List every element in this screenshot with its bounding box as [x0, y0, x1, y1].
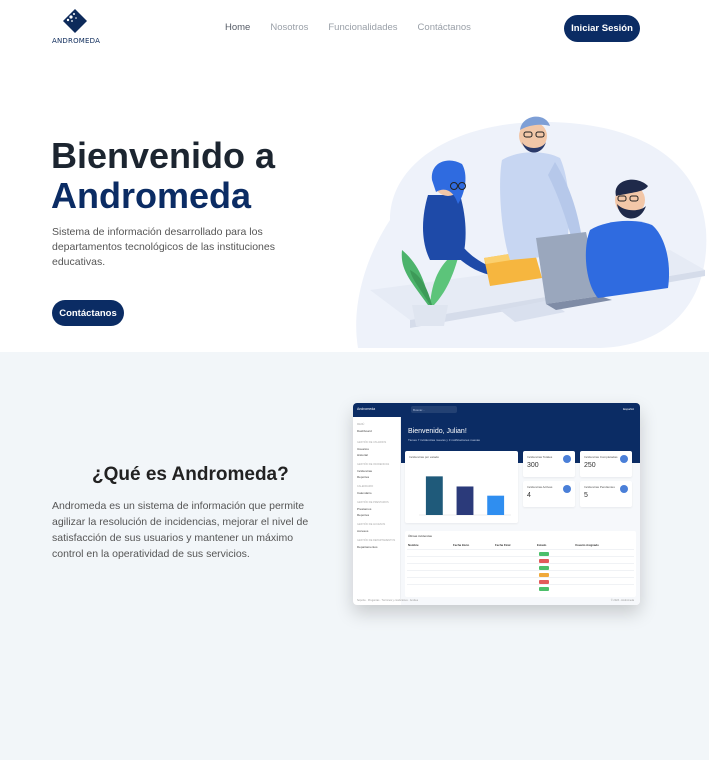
side-sec2: GESTIÓN DE INCIDENCIAS	[357, 463, 390, 466]
stat-label-2: Incidencias Completadas	[584, 455, 618, 459]
about-section: ¿Qué es Andromeda? Andromeda es un siste…	[0, 352, 709, 760]
dashboard-lang: Español	[623, 407, 634, 411]
hero-title-line2: Andromeda	[51, 175, 252, 216]
side-accesos: Accesos	[357, 529, 369, 533]
stat-icon-4	[620, 485, 628, 493]
stat-icon-2	[620, 455, 628, 463]
th-fecha-inicio: Fecha Inicio	[453, 543, 470, 547]
stat-value-1: 300	[527, 462, 539, 469]
table-row	[407, 577, 634, 584]
table-title: Últimas incidencias	[408, 534, 432, 538]
about-title: ¿Qué es Andromeda?	[92, 464, 289, 485]
main-nav: Home Nosotros Funcionalidades Contáctano…	[225, 22, 491, 33]
side-sec5: GESTIÓN DE ACCESOS	[357, 523, 386, 526]
dashboard-greeting: Bienvenido, Julian!	[408, 428, 467, 435]
side-departamentos: Departamentos	[357, 545, 378, 549]
th-usuario: Usuario Asignado	[575, 543, 599, 547]
side-calendario: Calendario	[357, 491, 372, 495]
hero-title: Bienvenido a Andromeda	[51, 136, 351, 216]
dashboard-subgreeting: Tienes 7 incidencias nuevas y 3 notifica…	[408, 438, 480, 442]
stat-card-3: Incidencias Activas 4	[523, 481, 575, 507]
side-dashboard: Dashboard	[357, 429, 372, 433]
th-nombre: Nombre	[408, 543, 419, 547]
table-row	[407, 563, 634, 570]
nav-funcionalidades[interactable]: Funcionalidades	[328, 22, 397, 33]
dashboard-table: Últimas incidencias Nombre Fecha Inicio …	[405, 531, 636, 597]
team-illustration	[356, 116, 707, 348]
chart-bar-1	[456, 486, 474, 515]
side-sec4: GESTIÓN DE PRESTAMOS	[357, 501, 389, 504]
table-row	[407, 549, 634, 556]
stat-card-1: Incidencias Totales 300	[523, 451, 575, 477]
side-menu-label: MENÚ	[357, 423, 365, 426]
side-reportes2: Reportes	[357, 513, 370, 517]
stat-label-4: Incidencias Pendientes	[584, 485, 615, 489]
nav-home[interactable]: Home	[225, 22, 250, 33]
hero-description: Sistema de información desarrollado para…	[52, 226, 275, 268]
nav-nosotros[interactable]: Nosotros	[270, 22, 308, 33]
side-historial: Historial	[357, 453, 368, 457]
stat-value-2: 250	[584, 462, 596, 469]
dashboard-sidebar: MENÚ Dashboard GESTIÓN DE USUARIOS Usuar…	[353, 417, 401, 599]
stat-value-4: 5	[584, 492, 588, 499]
nav-contactanos[interactable]: Contáctanos	[418, 22, 471, 33]
stat-label-3: Incidencias Activas	[527, 485, 553, 489]
login-button[interactable]: Iniciar Sesión	[564, 15, 640, 42]
stat-card-4: Incidencias Pendientes 5	[580, 481, 632, 507]
page: ANDROMEDA Home Nosotros Funcionalidades …	[0, 0, 709, 760]
andromeda-logo-icon	[63, 9, 87, 33]
stat-card-2: Incidencias Completadas 250	[580, 451, 632, 477]
th-fecha-final: Fecha Final	[495, 543, 511, 547]
th-estado: Estado	[537, 543, 547, 547]
stat-label-1: Incidencias Totales	[527, 455, 553, 459]
stat-icon-1	[563, 455, 571, 463]
dashboard-footer: Soporte · Preguntas · Términos y condici…	[353, 599, 640, 605]
dashboard-search: Buscar...	[411, 406, 457, 413]
dashboard-brand: Andromeda	[357, 407, 376, 411]
side-reportes: Reportes	[357, 475, 370, 479]
header: ANDROMEDA Home Nosotros Funcionalidades …	[0, 0, 709, 58]
footer-right: © 2023 - Andromeda	[610, 599, 634, 602]
table-row	[407, 584, 634, 591]
about-description: Andromeda es un sistema de información q…	[52, 500, 309, 560]
stat-value-3: 4	[527, 492, 531, 499]
hero-title-line1: Bienvenido a	[51, 135, 276, 176]
logo[interactable]: ANDROMEDA	[52, 8, 112, 48]
stat-icon-3	[563, 485, 571, 493]
dashboard-screenshot: Andromeda Buscar... Español MENÚ Dashboa…	[353, 403, 640, 605]
logo-text: ANDROMEDA	[52, 37, 101, 45]
table-row	[407, 556, 634, 563]
side-sec3: CALENDARIO	[357, 485, 374, 488]
incidents-bar-chart	[419, 476, 511, 516]
contact-button[interactable]: Contáctanos	[52, 300, 124, 326]
dashboard-topbar: Andromeda Buscar... Español	[353, 403, 640, 417]
table-row	[407, 570, 634, 577]
side-incidencias: Incidencias	[357, 469, 373, 473]
chart-bar-0	[425, 476, 443, 515]
side-usuarios: Usuarios	[357, 447, 369, 451]
side-sec6: GESTIÓN DE DEPARTAMENTOS	[357, 539, 396, 542]
chart-bar-2	[487, 495, 505, 515]
side-sec1: GESTIÓN DE USUARIOS	[357, 441, 387, 444]
side-prestamos: Prestamos	[357, 507, 372, 511]
dashboard-main: Bienvenido, Julian! Tienes 7 incidencias…	[401, 417, 640, 605]
dashboard-chart-card: Incidencias por estado	[405, 451, 518, 523]
footer-left: Soporte · Preguntas · Términos y condici…	[357, 599, 418, 602]
